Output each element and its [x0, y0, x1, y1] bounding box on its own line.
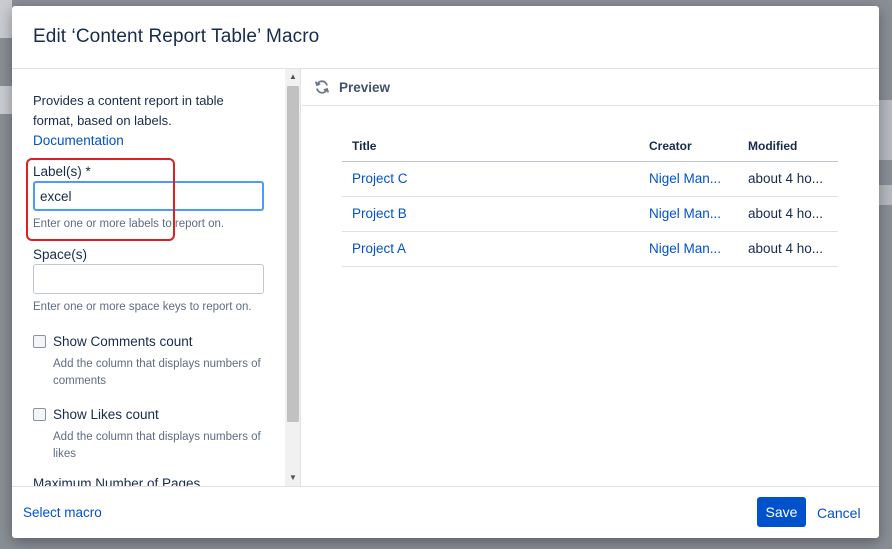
background-page-fragment — [878, 185, 892, 205]
modified-cell: about 4 ho... — [738, 161, 838, 197]
content-report-table: Title Creator Modified Project C Nigel M… — [342, 132, 838, 267]
parameters-scrollbar[interactable]: ▲ ▼ — [285, 69, 301, 486]
background-page-fragment — [878, 100, 892, 160]
dialog-header: Edit ‘Content Report Table’ Macro — [12, 6, 879, 69]
table-row: Project C Nigel Man... about 4 ho... — [342, 161, 838, 197]
macro-parameters-panel: Provides a content report in table forma… — [12, 69, 285, 486]
scroll-up-arrow-icon[interactable]: ▲ — [285, 69, 301, 85]
creator-link[interactable]: Nigel Man... — [639, 231, 738, 267]
macro-editor-dialog: Edit ‘Content Report Table’ Macro Provid… — [12, 6, 879, 538]
page-title-link[interactable]: Project A — [342, 231, 639, 267]
preview-label: Preview — [339, 79, 391, 95]
page-title-link[interactable]: Project C — [342, 161, 639, 197]
dialog-body: Provides a content report in table forma… — [12, 69, 879, 486]
show-comments-label[interactable]: Show Comments count — [53, 334, 193, 349]
labels-field-label: Label(s) * — [33, 164, 91, 179]
max-pages-label: Maximum Number of Pages — [33, 476, 201, 486]
show-comments-checkbox[interactable] — [33, 335, 46, 348]
show-likes-option[interactable]: Show Likes count — [33, 407, 285, 422]
cancel-button[interactable]: Cancel — [817, 505, 861, 521]
column-header-creator: Creator — [639, 132, 738, 162]
show-comments-help-text: Add the column that displays numbers of … — [53, 358, 261, 387]
macro-description: Provides a content report in table forma… — [33, 93, 224, 128]
table-header-row: Title Creator Modified — [342, 132, 838, 162]
dialog-title: Edit ‘Content Report Table’ Macro — [33, 26, 320, 47]
documentation-link[interactable]: Documentation — [33, 131, 285, 151]
show-likes-help-text: Add the column that displays numbers of … — [53, 431, 261, 460]
creator-link[interactable]: Nigel Man... — [639, 196, 738, 232]
column-header-title: Title — [342, 132, 639, 162]
preview-header: Preview — [302, 69, 879, 106]
show-likes-label[interactable]: Show Likes count — [53, 407, 159, 422]
scrollbar-thumb[interactable] — [287, 86, 299, 422]
modified-cell: about 4 ho... — [738, 231, 838, 267]
refresh-icon[interactable] — [314, 79, 330, 95]
background-page-fragment — [0, 86, 12, 114]
background-page-fragment — [0, 0, 12, 38]
creator-link[interactable]: Nigel Man... — [639, 161, 738, 197]
scroll-down-arrow-icon[interactable]: ▼ — [285, 470, 301, 486]
modified-cell: about 4 ho... — [738, 196, 838, 232]
save-button[interactable]: Save — [757, 497, 806, 527]
spaces-field-label: Space(s) — [33, 247, 88, 262]
spaces-help-text: Enter one or more space keys to report o… — [33, 301, 252, 313]
table-row: Project A Nigel Man... about 4 ho... — [342, 231, 838, 267]
table-row: Project B Nigel Man... about 4 ho... — [342, 196, 838, 232]
select-macro-link[interactable]: Select macro — [23, 505, 102, 520]
spaces-input[interactable] — [33, 264, 264, 294]
column-header-modified: Modified — [738, 132, 838, 162]
labels-input[interactable] — [33, 181, 264, 211]
preview-panel: Preview Title Creator Modified Project C… — [302, 69, 879, 486]
show-comments-option[interactable]: Show Comments count — [33, 334, 285, 349]
dialog-footer: Select macro Save Cancel — [12, 486, 879, 538]
page-title-link[interactable]: Project B — [342, 196, 639, 232]
labels-help-text: Enter one or more labels to report on. — [33, 218, 225, 230]
show-likes-checkbox[interactable] — [33, 408, 46, 421]
